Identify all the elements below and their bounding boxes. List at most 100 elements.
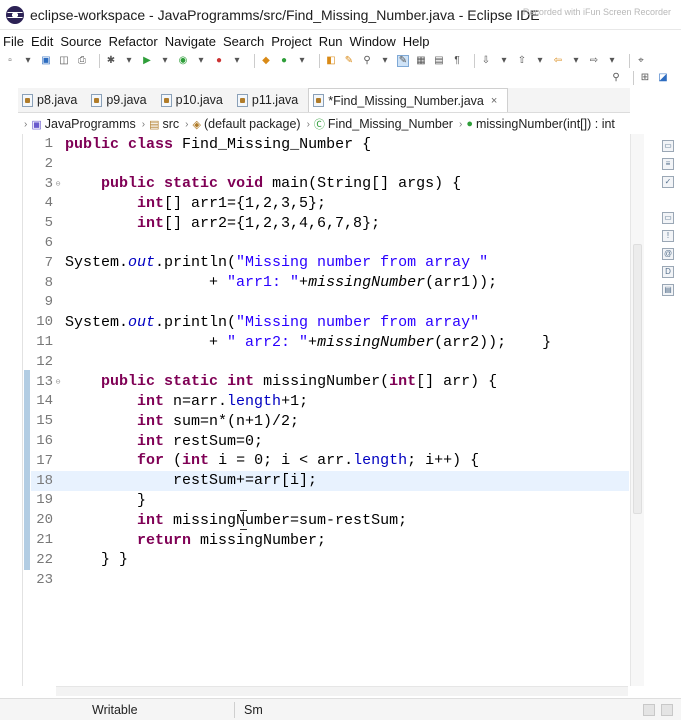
breadcrumb-method[interactable]: ● missingNumber(int[]) : int [466, 117, 615, 131]
new-icon[interactable]: ▫ [4, 55, 16, 67]
code-line[interactable]: 9 [31, 292, 629, 312]
dropdown-arrow-icon[interactable]: ▾ [159, 55, 171, 67]
dropdown-arrow-icon[interactable]: ▾ [379, 55, 391, 67]
dropdown-arrow-icon[interactable]: ▾ [195, 55, 207, 67]
next-annotation-icon[interactable]: ⇩ [480, 55, 492, 67]
code-line[interactable]: 11 + " arr2: "+missingNumber(arr2)); } [31, 332, 629, 352]
search-icon[interactable]: ⚲ [361, 55, 373, 67]
code-line[interactable]: 22 } } [31, 550, 629, 570]
restore-icon[interactable]: ▭ [662, 212, 674, 224]
keyword-token: public [101, 175, 156, 193]
breadcrumb-src[interactable]: ▤ src [149, 117, 179, 131]
breadcrumb-class[interactable]: Ⓒ Find_Missing_Number [314, 116, 453, 132]
code-line[interactable]: 3 ⊖ public static void main(String[] args… [31, 174, 629, 194]
code-line[interactable]: 1 public class Find_Missing_Number { [31, 134, 629, 154]
code-line[interactable]: 10 System.out.println("Missing number fro… [31, 312, 629, 332]
code-line[interactable]: 8 + "arr1: "+missingNumber(arr1)); [31, 273, 629, 293]
new-java-project-icon[interactable]: ◆ [260, 55, 272, 67]
menu-source[interactable]: Source [59, 34, 107, 49]
declaration-view-icon[interactable]: D [662, 266, 674, 278]
progress-icon[interactable] [643, 704, 655, 716]
code-line[interactable]: 5 int[] arr2={1,2,3,4,6,7,8}; [31, 213, 629, 233]
menu-help[interactable]: Help [402, 34, 436, 49]
tab-p11-java[interactable]: p11.java [233, 88, 308, 112]
menu-edit[interactable]: Edit [30, 34, 59, 49]
word-wrap-icon[interactable]: ▤ [433, 55, 445, 67]
menu-navigate[interactable]: Navigate [164, 34, 222, 49]
search-icon[interactable]: ⚲ [610, 72, 622, 84]
code-line[interactable]: 12 [31, 352, 629, 372]
javadoc-view-icon[interactable]: @ [662, 248, 674, 260]
code-line[interactable]: 19 } [31, 490, 629, 510]
back-icon[interactable]: ⇦ [552, 55, 564, 67]
restore-icon[interactable]: ▭ [662, 140, 674, 152]
show-whitespace-icon[interactable]: ¶ [451, 55, 463, 67]
tab-find-missing-number-java[interactable]: *Find_Missing_Number.java × [308, 88, 509, 112]
dropdown-arrow-icon[interactable]: ▾ [123, 55, 135, 67]
fold-toggle-icon[interactable]: ⊖ [53, 377, 63, 387]
menu-file[interactable]: File [2, 34, 30, 49]
tab-label: *Find_Missing_Number.java [328, 93, 484, 108]
menu-run[interactable]: Run [318, 34, 349, 49]
code-line[interactable]: 18 restSum+=arr[i]; [31, 470, 629, 491]
debug-icon[interactable]: ✱ [105, 55, 117, 67]
outline-view-icon[interactable]: ≡ [662, 158, 674, 170]
problems-view-icon[interactable]: ! [662, 230, 674, 242]
run-icon[interactable]: ▶ [141, 55, 153, 67]
heap-icon[interactable] [661, 704, 673, 716]
toggle-block-selection-icon[interactable]: ▦ [415, 55, 427, 67]
menu-refactor[interactable]: Refactor [108, 34, 164, 49]
code-line[interactable]: 2 [31, 154, 629, 174]
scrollbar-thumb[interactable] [633, 244, 642, 514]
open-perspective-icon[interactable]: ⊞ [639, 72, 651, 84]
code-line[interactable]: 23 [31, 570, 629, 590]
task-list-icon[interactable]: ✓ [662, 176, 674, 188]
code-line[interactable]: 4 int[] arr1={1,2,3,5}; [31, 193, 629, 213]
new-class-icon[interactable]: ● [278, 55, 290, 67]
dropdown-arrow-icon[interactable]: ▾ [22, 55, 34, 67]
code-line[interactable]: 6 [31, 233, 629, 253]
horizontal-scrollbar[interactable] [56, 686, 628, 696]
coverage-icon[interactable]: ◉ [177, 55, 189, 67]
breadcrumb-package[interactable]: ◈ (default package) [193, 117, 301, 131]
dropdown-arrow-icon[interactable]: ▾ [231, 55, 243, 67]
dropdown-arrow-icon[interactable]: ▾ [498, 55, 510, 67]
forward-icon[interactable]: ⇨ [588, 55, 600, 67]
vertical-scrollbar[interactable] [630, 134, 644, 686]
code-editor[interactable]: 1 public class Find_Missing_Number {2 3 ⊖ p… [22, 134, 630, 686]
code-line[interactable]: 13 ⊖ public static int missingNumber(int[… [31, 372, 629, 392]
java-perspective-icon[interactable]: ◪ [657, 72, 669, 84]
tab-p10-java[interactable]: p10.java [157, 88, 233, 112]
code-line[interactable]: 7 System.out.println("Missing number from… [31, 253, 629, 273]
print-icon[interactable]: ⎙ [76, 55, 88, 67]
open-type-icon[interactable]: ◧ [325, 55, 337, 67]
code-line[interactable]: 16 int restSum=0; [31, 431, 629, 451]
code-line[interactable]: 21 return missingNumber; [31, 530, 629, 550]
open-task-icon[interactable]: ✎ [343, 55, 355, 67]
breadcrumb-project[interactable]: ▣ JavaProgramms [31, 117, 135, 131]
save-icon[interactable]: ▣ [40, 55, 52, 67]
external-tools-icon[interactable]: ● [213, 55, 225, 67]
menu-search[interactable]: Search [222, 34, 270, 49]
close-icon[interactable]: × [491, 95, 497, 107]
toggle-mark-occurrences-icon[interactable]: ✎ [397, 55, 409, 67]
code-line[interactable]: 15 int sum=n*(n+1)/2; [31, 411, 629, 431]
console-view-icon[interactable]: ▤ [662, 284, 674, 296]
dropdown-arrow-icon[interactable]: ▾ [296, 55, 308, 67]
dropdown-arrow-icon[interactable]: ▾ [606, 55, 618, 67]
pin-editor-icon[interactable]: ⌖ [635, 55, 647, 67]
previous-annotation-icon[interactable]: ⇧ [516, 55, 528, 67]
code-line[interactable]: 14 int n=arr.length+1; [31, 391, 629, 411]
save-all-icon[interactable]: ◫ [58, 55, 70, 67]
recorder-watermark: Recorded with iFun Screen Recorder [522, 7, 671, 17]
tab-p9-java[interactable]: p9.java [87, 88, 156, 112]
dropdown-arrow-icon[interactable]: ▾ [534, 55, 546, 67]
code-line[interactable]: 20 int missingNumber=sum-restSum; [31, 510, 629, 530]
menu-project[interactable]: Project [270, 34, 317, 49]
code-line[interactable]: 17 for (int i = 0; i < arr.length; i++) … [31, 451, 629, 471]
fold-toggle-icon[interactable]: ⊖ [53, 179, 63, 189]
tab-p8-java[interactable]: p8.java [18, 88, 87, 112]
dropdown-arrow-icon[interactable]: ▾ [570, 55, 582, 67]
menu-window[interactable]: Window [349, 34, 402, 49]
